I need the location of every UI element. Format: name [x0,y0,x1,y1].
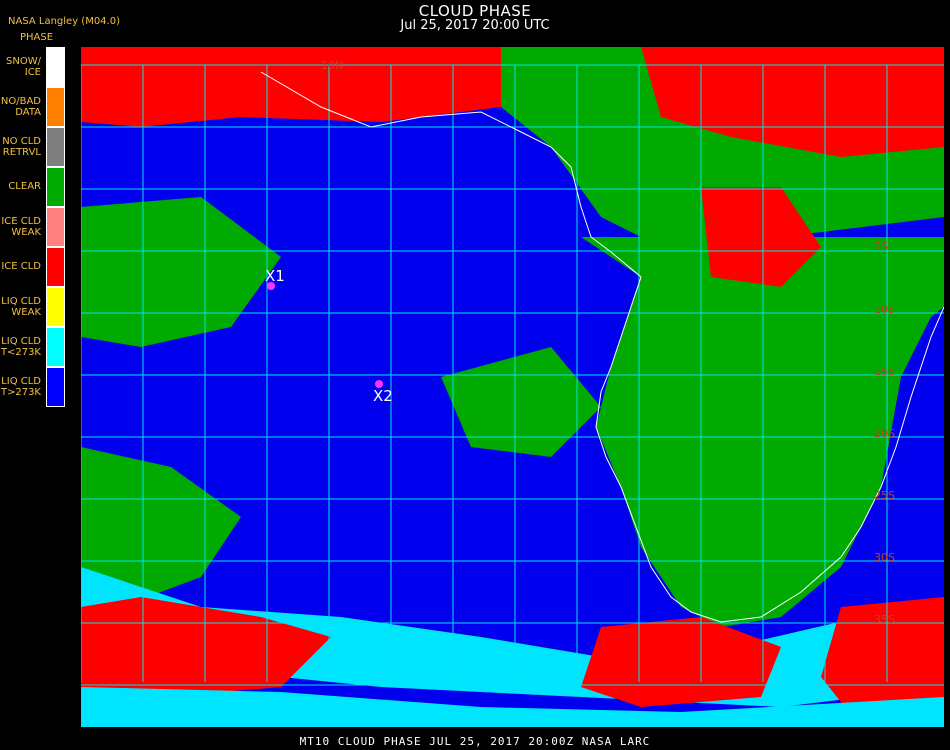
legend-label: LIQ CLD WEAK [1,296,41,318]
lat-label: 10N [321,59,343,72]
footer-bar: MT10 CLOUD PHASE JUL 25, 2017 20:00Z NAS… [299,735,651,748]
legend-swatch [46,367,65,407]
lat-label: 20S [874,427,895,440]
legend-swatch [46,287,65,327]
marker-label: X2 [373,387,393,405]
legend-title: PHASE [20,32,54,43]
legend-label: ICE CLD [1,261,41,272]
header-date: Jul 25, 2017 20:00 UTC [400,18,550,33]
lat-label: 35S [874,613,895,626]
lat-label: 5S [874,240,888,253]
lat-label: 25S [874,489,895,502]
legend-swatch [46,127,65,167]
legend-label: SNOW/ ICE [6,56,41,78]
legend-swatch [46,207,65,247]
lat-label: 30S [874,551,895,564]
lat-label: 15S [874,365,895,378]
legend-swatch [46,247,65,287]
legend-label: CLEAR [8,181,41,192]
marker-label: X1 [265,267,285,285]
source-label: NASA Langley (M04.0) [8,16,120,27]
map-frame: 10N 5S 10S 15S 20S 25S 30S 35S X1 X2 [81,47,944,727]
legend-label: NO/BAD DATA [0,96,41,118]
legend-swatch [46,167,65,207]
legend-label: LIQ CLD T>273K [0,376,41,398]
legend-label: ICE CLD WEAK [1,216,41,238]
legend-swatch [46,327,65,367]
legend-label: LIQ CLD T<273K [0,336,41,358]
legend-swatch [46,47,65,87]
map-canvas: 10N 5S 10S 15S 20S 25S 30S 35S X1 X2 [81,47,944,727]
legend-swatch [46,87,65,127]
legend-label: NO CLD RETRVL [2,136,41,158]
lat-label: 10S [874,303,895,316]
